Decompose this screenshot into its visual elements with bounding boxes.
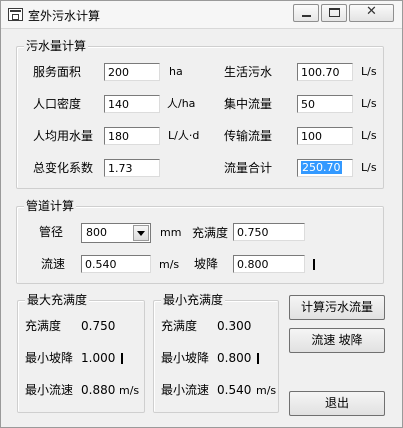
exit-button[interactable]: 退出 [289, 391, 385, 416]
max-min-velocity-value: 0.880 [81, 383, 116, 397]
slope-label: 坡降 [194, 257, 219, 271]
domestic-sewage-label: 生活污水 [224, 65, 273, 79]
min-min-velocity-label: 最小流速 [161, 383, 210, 397]
fullness-input[interactable] [233, 223, 305, 241]
total-flow-unit: L/s [361, 161, 377, 174]
domestic-sewage-input[interactable] [297, 63, 353, 81]
diameter-selected-value: 800 [86, 226, 107, 239]
pop-density-label: 人口密度 [33, 97, 82, 111]
sewage-group-legend: 污水量计算 [24, 39, 89, 53]
transport-flow-label: 传输流量 [224, 129, 273, 143]
max-min-velocity-label: 最小流速 [25, 383, 74, 397]
max-min-slope-value: 1.000 [81, 351, 116, 365]
max-slope-per-mille-mark [121, 353, 123, 364]
title-bar[interactable]: 室外污水计算 ✕ [1, 1, 402, 29]
max-fullness-label: 充满度 [25, 319, 62, 333]
total-flow-input[interactable]: 250.70 [297, 159, 353, 177]
diameter-unit: mm [160, 226, 182, 239]
water-per-capita-unit: L/人·d [168, 129, 200, 142]
transport-flow-input[interactable] [297, 127, 353, 145]
max-fullness-value: 0.750 [81, 319, 116, 333]
slope-per-mille-mark [313, 259, 315, 270]
pipe-group: 管道计算 [16, 199, 384, 284]
service-area-input[interactable] [104, 63, 160, 81]
service-area-label: 服务面积 [33, 65, 82, 79]
diameter-label: 管径 [39, 225, 64, 239]
chevron-down-icon [137, 231, 145, 236]
total-flow-label: 流量合计 [224, 161, 273, 175]
velocity-input[interactable] [81, 255, 151, 273]
service-area-unit: ha [169, 65, 183, 78]
pop-density-input[interactable] [104, 95, 160, 113]
maximize-button[interactable] [321, 4, 347, 22]
velocity-slope-button[interactable]: 流速 坡降 [289, 328, 385, 353]
maximize-icon [329, 8, 340, 17]
min-fullness-legend: 最小充满度 [161, 293, 226, 307]
velocity-unit: m/s [159, 258, 180, 271]
min-fullness-label: 充满度 [161, 319, 198, 333]
app-window-icon[interactable] [8, 8, 23, 21]
slope-input[interactable] [233, 255, 305, 273]
min-min-slope-value: 0.800 [217, 351, 252, 365]
water-per-capita-label: 人均用水量 [33, 129, 94, 143]
concentrated-flow-input[interactable] [297, 95, 353, 113]
close-icon: ✕ [366, 4, 377, 19]
water-per-capita-input[interactable] [104, 127, 160, 145]
total-variation-input[interactable] [104, 159, 160, 177]
total-flow-value-selected: 250.70 [301, 161, 342, 174]
min-min-velocity-unit: m/s [256, 384, 277, 397]
minimize-button[interactable] [293, 4, 319, 22]
max-min-slope-label: 最小坡降 [25, 351, 74, 365]
transport-flow-unit: L/s [361, 129, 377, 142]
pipe-group-legend: 管道计算 [24, 199, 77, 213]
max-min-velocity-unit: m/s [119, 384, 140, 397]
diameter-dropdown-button[interactable] [133, 225, 149, 241]
diameter-select[interactable]: 800 [81, 223, 151, 243]
concentrated-flow-unit: L/s [361, 97, 377, 110]
total-variation-label: 总变化系数 [33, 161, 94, 175]
calc-sewage-button[interactable]: 计算污水流量 [289, 295, 385, 320]
min-min-velocity-value: 0.540 [217, 383, 252, 397]
concentrated-flow-label: 集中流量 [224, 97, 273, 111]
min-fullness-value: 0.300 [217, 319, 252, 333]
window-title: 室外污水计算 [28, 9, 101, 23]
pop-density-unit: 人/ha [167, 97, 196, 110]
fullness-label: 充满度 [192, 226, 229, 240]
domestic-sewage-unit: L/s [361, 65, 377, 78]
min-min-slope-label: 最小坡降 [161, 351, 210, 365]
velocity-label: 流速 [41, 257, 66, 271]
minimize-icon [302, 15, 311, 17]
main-window: 室外污水计算 ✕ 污水量计算 服务面积 ha 人口密度 人/ha 人均用水量 L… [0, 0, 403, 428]
max-fullness-legend: 最大充满度 [25, 293, 90, 307]
min-slope-per-mille-mark [257, 353, 259, 364]
close-button[interactable]: ✕ [349, 4, 394, 22]
